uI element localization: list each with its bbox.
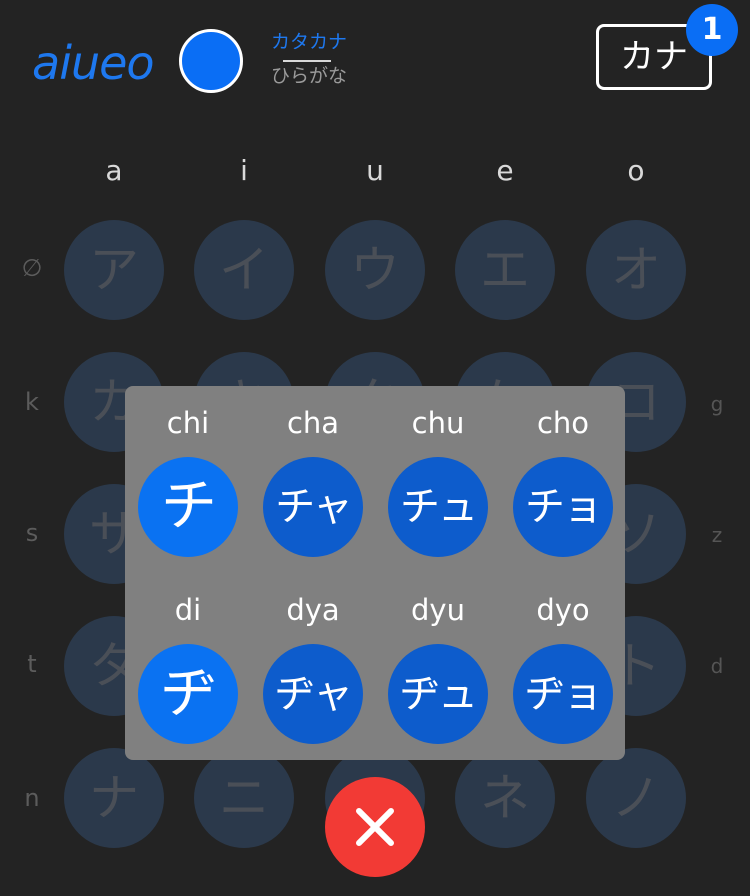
script-option-katakana[interactable]: カタカナ bbox=[266, 30, 352, 54]
variant-kana-dyu[interactable]: ヂュ bbox=[388, 644, 488, 744]
row-label-s: s bbox=[25, 519, 39, 547]
row-label-none: ∅ bbox=[21, 254, 43, 282]
variant-romaji-chu: chu bbox=[411, 406, 465, 440]
row-label-d: d bbox=[710, 654, 724, 678]
kana-cell-ne[interactable]: ネ bbox=[455, 748, 555, 848]
kana-cell-na[interactable]: ナ bbox=[64, 748, 164, 848]
variant-kana-dyo[interactable]: ヂョ bbox=[513, 644, 613, 744]
variant-kana-dya[interactable]: ヂャ bbox=[263, 644, 363, 744]
vowel-header-e: e bbox=[496, 154, 514, 187]
variant-romaji-dyo: dyo bbox=[536, 593, 590, 627]
kana-cell-o[interactable]: オ bbox=[586, 220, 686, 320]
script-toggle[interactable]: カタカナ ひらがな bbox=[266, 30, 352, 88]
row-label-t: t bbox=[27, 650, 37, 678]
variant-kana-chu[interactable]: チュ bbox=[388, 457, 488, 557]
variant-kana-chi[interactable]: チ bbox=[138, 457, 238, 557]
kana-cell-i[interactable]: イ bbox=[194, 220, 294, 320]
script-divider bbox=[283, 60, 331, 62]
color-indicator[interactable] bbox=[179, 29, 243, 93]
row-label-z: z bbox=[711, 523, 723, 547]
close-button[interactable] bbox=[325, 777, 425, 877]
variant-kana-cha[interactable]: チャ bbox=[263, 457, 363, 557]
kana-cell-ni[interactable]: ニ bbox=[194, 748, 294, 848]
kana-cell-e[interactable]: エ bbox=[455, 220, 555, 320]
variant-romaji-cha: cha bbox=[286, 406, 340, 440]
app-title: aiueo bbox=[32, 36, 155, 90]
row-label-n: n bbox=[24, 784, 40, 812]
variant-romaji-di: di bbox=[174, 593, 202, 627]
row-label-k: k bbox=[25, 388, 39, 416]
variant-romaji-dyu: dyu bbox=[411, 593, 465, 627]
variant-kana-cho[interactable]: チョ bbox=[513, 457, 613, 557]
script-option-hiragana[interactable]: ひらがな bbox=[266, 64, 352, 88]
close-icon bbox=[356, 808, 394, 846]
app-screen: aiueo カタカナ ひらがな カナ 1 a i u e o ∅ k s t n… bbox=[0, 0, 750, 896]
variant-kana-di[interactable]: ヂ bbox=[138, 644, 238, 744]
vowel-header-o: o bbox=[627, 154, 645, 187]
variant-popup: chi cha chu cho チ チャ チュ チョ di dya dyu dy… bbox=[125, 386, 625, 760]
kana-cell-no[interactable]: ノ bbox=[586, 748, 686, 848]
kana-cell-a[interactable]: ア bbox=[64, 220, 164, 320]
vowel-header-i: i bbox=[240, 154, 248, 187]
variant-romaji-chi: chi bbox=[166, 406, 210, 440]
vowel-header-a: a bbox=[105, 154, 123, 187]
variant-romaji-cho: cho bbox=[536, 406, 590, 440]
notification-badge: 1 bbox=[686, 4, 738, 56]
kana-cell-u[interactable]: ウ bbox=[325, 220, 425, 320]
row-label-g: g bbox=[710, 392, 724, 416]
variant-romaji-dya: dya bbox=[286, 593, 340, 627]
vowel-header-u: u bbox=[366, 154, 384, 187]
